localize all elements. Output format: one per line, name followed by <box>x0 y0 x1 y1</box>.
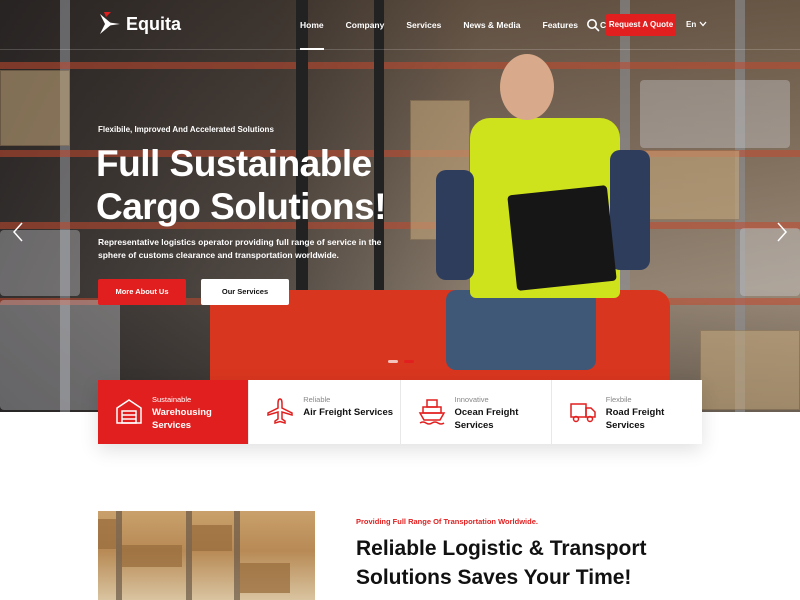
brand-logo[interactable]: Equita <box>98 12 181 36</box>
rack-box <box>192 525 232 551</box>
service-card-subtitle: Flexbile <box>605 395 632 404</box>
brand-name: Equita <box>126 13 182 34</box>
logo-icon <box>98 12 120 36</box>
wrapped-pallet <box>640 80 790 148</box>
our-services-button[interactable]: Our Services <box>201 279 289 305</box>
service-card-title: Air Freight Services <box>303 407 394 418</box>
about-kicker: Providing Full Range Of Transportation W… <box>356 517 538 526</box>
chevron-down-icon <box>699 20 707 29</box>
slider-prev-arrow-icon[interactable] <box>12 222 24 242</box>
worker-arm <box>610 150 650 270</box>
nav-item-home[interactable]: Home <box>300 0 324 50</box>
warehouse-icon <box>114 396 144 426</box>
service-card-air-freight[interactable]: Reliable Air Freight Services <box>249 380 401 444</box>
service-card-road-freight[interactable]: Flexbile Road Freight Services <box>551 380 702 444</box>
worker-head <box>500 54 554 120</box>
nav-item-features[interactable]: Features <box>543 0 578 50</box>
main-menu: Home Company Services News & Media Featu… <box>300 0 658 50</box>
service-card-subtitle: Innovative <box>454 395 489 404</box>
nav-item-services[interactable]: Services <box>406 0 441 50</box>
hero-description: Representative logistics operator provid… <box>98 237 382 260</box>
slider-pagination <box>388 360 414 363</box>
rack-box <box>98 519 116 549</box>
services-bar: Sustainable Warehousing Services Reliabl… <box>98 380 702 444</box>
worker-legs <box>446 290 596 370</box>
wrapped-pallet <box>740 228 800 296</box>
rack-box <box>122 545 182 567</box>
rack-box <box>240 563 290 593</box>
clipboard <box>507 185 617 291</box>
service-card-subtitle: Reliable <box>303 395 331 404</box>
request-quote-button[interactable]: Request A Quote <box>606 14 676 36</box>
pallet <box>0 70 70 146</box>
more-about-us-button[interactable]: More About Us <box>98 279 186 305</box>
service-card-title: Ocean Freight Services <box>454 407 519 431</box>
hero-headline: Full Sustainable Cargo Solutions! <box>96 143 387 227</box>
nav-item-company[interactable]: Company <box>346 0 385 50</box>
slider-next-arrow-icon[interactable] <box>776 222 788 242</box>
worker-arm <box>436 170 474 280</box>
airplane-icon <box>265 396 295 426</box>
search-icon[interactable] <box>586 18 600 32</box>
ship-icon <box>417 396 447 426</box>
slider-dot-active[interactable] <box>404 360 414 363</box>
language-label: En <box>686 20 697 29</box>
service-card-warehousing[interactable]: Sustainable Warehousing Services <box>98 380 250 444</box>
service-card-ocean-freight[interactable]: Innovative Ocean Freight Services <box>400 380 552 444</box>
about-title: Reliable Logistic & Transport Solutions … <box>356 537 647 589</box>
language-selector[interactable]: En <box>686 20 707 29</box>
service-card-subtitle: Sustainable <box>152 395 192 404</box>
slider-dot[interactable] <box>388 360 398 363</box>
service-card-title: Road Freight Services <box>605 407 665 431</box>
hero-kicker: Flexibile, Improved And Accelerated Solu… <box>98 125 274 134</box>
service-card-title: Warehousing Services <box>152 407 212 431</box>
pallet <box>700 330 800 410</box>
truck-icon <box>568 396 598 426</box>
warehouse-shelf <box>0 62 800 69</box>
about-image <box>98 511 315 600</box>
top-navigation: Equita Home Company Services News & Medi… <box>0 0 800 50</box>
nav-item-news-media[interactable]: News & Media <box>463 0 520 50</box>
